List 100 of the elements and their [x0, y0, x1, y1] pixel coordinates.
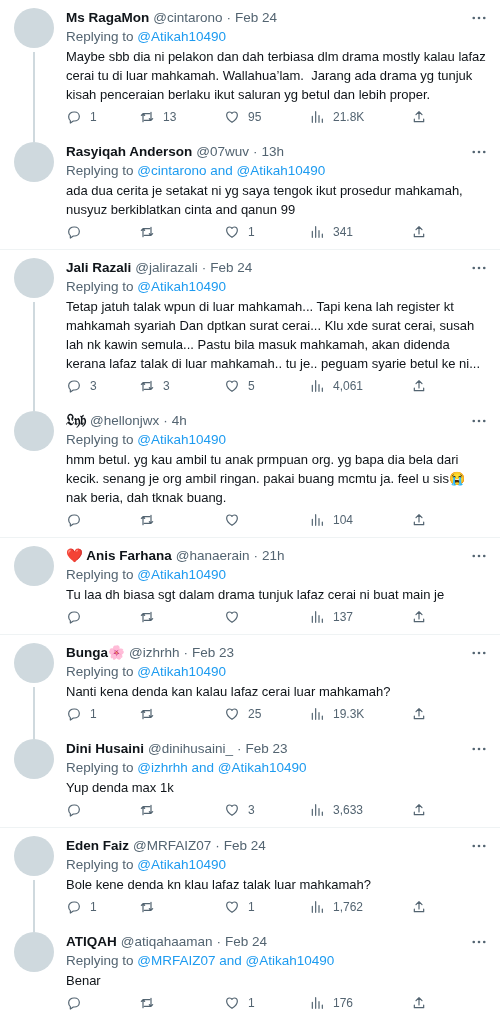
share-icon[interactable]	[411, 706, 427, 722]
tweet-time[interactable]: 4h	[171, 411, 187, 430]
author-name[interactable]: Ms RagaMon	[66, 8, 150, 27]
author-handle[interactable]: @07wuv	[196, 142, 249, 161]
views-icon[interactable]	[309, 512, 325, 528]
views-icon[interactable]	[309, 706, 325, 722]
tweet-text: Bole kene denda kn klau lafaz talak luar mahkamah?	[66, 876, 372, 894]
retweet-icon[interactable]	[139, 995, 155, 1011]
retweet-icon[interactable]	[139, 109, 155, 125]
retweet-icon[interactable]	[139, 609, 155, 625]
replying-to-label: Replying to	[66, 279, 134, 294]
share-icon[interactable]	[411, 899, 427, 915]
author-name[interactable]: Jali Razali	[66, 258, 132, 277]
author-name[interactable]: Eden Faiz	[66, 836, 129, 855]
more-icon[interactable]	[472, 149, 486, 154]
author-name[interactable]: 𝔏𝔶𝔥	[66, 411, 86, 430]
share-icon[interactable]	[411, 224, 427, 240]
author-handle[interactable]: @hellonjwx	[90, 411, 160, 430]
separator-dot: ·	[163, 412, 168, 430]
views-icon[interactable]	[309, 995, 325, 1011]
views-count: 341	[333, 224, 354, 241]
retweet-icon[interactable]	[139, 802, 155, 818]
retweet-icon[interactable]	[139, 512, 155, 528]
author-name[interactable]: Dini Husaini	[66, 739, 144, 758]
retweet-icon[interactable]	[139, 706, 155, 722]
like-icon[interactable]	[224, 378, 240, 394]
share-icon[interactable]	[411, 109, 427, 125]
author-name[interactable]: ❤ Anis Farhana	[66, 546, 172, 565]
replying-to-label: Replying to	[66, 432, 134, 447]
views-icon[interactable]	[309, 899, 325, 915]
views-count: 176	[333, 995, 354, 1012]
more-icon[interactable]	[472, 265, 486, 270]
more-icon[interactable]	[472, 650, 486, 655]
share-icon[interactable]	[411, 995, 427, 1011]
author-handle[interactable]: @hanaerain	[175, 546, 250, 565]
tweet-text: Tu laa dh biasa sgt dalam drama tunjuk lafaz cerai ni buat main je	[66, 586, 446, 604]
like-icon[interactable]	[224, 512, 240, 528]
retweet-icon[interactable]	[139, 899, 155, 915]
like-icon[interactable]	[224, 706, 240, 722]
like-icon[interactable]	[224, 899, 240, 915]
retweet-icon[interactable]	[139, 378, 155, 394]
author-name[interactable]: ATIQAH	[66, 932, 117, 951]
more-icon[interactable]	[472, 553, 486, 558]
share-icon[interactable]	[411, 802, 427, 818]
tweet-time[interactable]: Feb 23	[245, 739, 288, 758]
more-icon[interactable]	[472, 843, 486, 848]
reply-icon[interactable]	[66, 109, 82, 125]
replying-to-label: Replying to	[66, 953, 134, 968]
reply-icon[interactable]	[66, 995, 82, 1011]
share-icon[interactable]	[411, 609, 427, 625]
retweet-icon[interactable]	[139, 224, 155, 240]
reply-icon[interactable]	[66, 609, 82, 625]
like-count: 95	[248, 109, 262, 126]
tweet-time[interactable]: Feb 24	[210, 258, 253, 277]
author-name[interactable]: Bunga🌸	[66, 643, 125, 662]
reply-icon[interactable]	[66, 706, 82, 722]
like-icon[interactable]	[224, 995, 240, 1011]
author-handle[interactable]: @cintarono	[153, 8, 223, 27]
reply-icon[interactable]	[66, 378, 82, 394]
tweet-time[interactable]: Feb 23	[192, 643, 234, 662]
like-count: 1	[248, 899, 255, 916]
tweet-text: Benar	[66, 972, 102, 990]
like-count: 5	[248, 378, 255, 395]
views-icon[interactable]	[309, 224, 325, 240]
reply-icon[interactable]	[66, 899, 82, 915]
reply-icon[interactable]	[66, 512, 82, 528]
tweet-time[interactable]: Feb 24	[223, 836, 266, 855]
author-handle[interactable]: @atiqahaaman	[120, 932, 213, 951]
separator-dot: ·	[201, 259, 207, 277]
like-icon[interactable]	[224, 802, 240, 818]
views-icon[interactable]	[309, 609, 325, 625]
reply-icon[interactable]	[66, 224, 82, 240]
retweet-count: 3	[163, 378, 170, 395]
more-icon[interactable]	[472, 939, 486, 944]
author-handle[interactable]: @dinihusaini_	[148, 739, 234, 758]
separator-dot: ·	[183, 644, 188, 662]
views-icon[interactable]	[309, 109, 325, 125]
more-icon[interactable]	[472, 746, 486, 751]
more-icon[interactable]	[472, 418, 486, 423]
views-icon[interactable]	[309, 802, 325, 818]
tweet-time[interactable]: Feb 24	[235, 8, 278, 27]
author-handle[interactable]: @MRFAIZ07	[133, 836, 212, 855]
tweet-text: hmm betul. yg kau ambil tu anak prmpuan org. yg bapa dia bela dari kecik. senang je org ambil ringan. pakai buang mcmtu ja. feel u sis😭 nak beria, dah tknak buang.	[66, 451, 466, 507]
like-icon[interactable]	[224, 609, 240, 625]
share-icon[interactable]	[411, 378, 427, 394]
more-icon[interactable]	[472, 15, 486, 20]
replying-to-label: Replying to	[66, 760, 134, 775]
author-name[interactable]: Rasyiqah Anderson	[66, 142, 193, 161]
reply-icon[interactable]	[66, 802, 82, 818]
views-icon[interactable]	[309, 378, 325, 394]
separator-dot: ·	[226, 9, 231, 27]
author-handle[interactable]: @izhrhh	[129, 643, 180, 662]
tweet-time[interactable]: Feb 24	[225, 932, 268, 951]
tweet-time[interactable]: 13h	[261, 142, 285, 161]
like-icon[interactable]	[224, 109, 240, 125]
tweet-time[interactable]: 21h	[262, 546, 285, 565]
author-handle[interactable]: @jalirazali	[135, 258, 198, 277]
share-icon[interactable]	[411, 512, 427, 528]
like-count: 3	[248, 802, 255, 819]
like-icon[interactable]	[224, 224, 240, 240]
